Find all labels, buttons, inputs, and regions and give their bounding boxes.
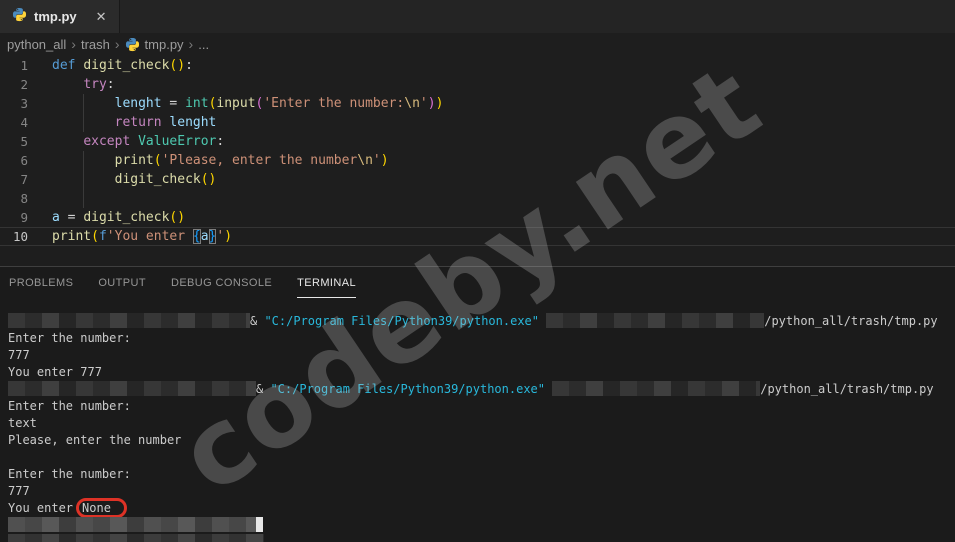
line-number: 1 bbox=[20, 58, 28, 73]
chevron-right-icon: › bbox=[71, 36, 76, 52]
code-text: a = digit_check() bbox=[52, 210, 186, 225]
terminal-line-4: You enter 777 bbox=[8, 365, 102, 379]
indent-guide bbox=[83, 113, 85, 132]
terminal-line-5: & "C:/Program Files/Python39/python.exe"… bbox=[8, 381, 955, 398]
code-line-9: 9 a = digit_check() bbox=[0, 208, 955, 227]
terminal-line-8: Please, enter the number bbox=[8, 433, 182, 447]
terminal-line-1: & "C:/Program Files/Python39/python.exe"… bbox=[8, 313, 955, 330]
code-line-1: 1 def digit_check(): bbox=[0, 56, 955, 75]
indent-guide bbox=[83, 170, 85, 189]
terminal-line-13 bbox=[8, 517, 955, 534]
panel-tab-output[interactable]: OUTPUT bbox=[98, 273, 146, 298]
bottom-panel: PROBLEMS OUTPUT DEBUG CONSOLE TERMINAL & "C… bbox=[0, 266, 955, 542]
redacted-blur-block bbox=[552, 381, 761, 396]
terminal-line-9 bbox=[8, 449, 955, 466]
breadcrumb-label: ... bbox=[198, 36, 210, 52]
code-text: def digit_check(): bbox=[52, 58, 193, 73]
code-line-8: 8 bbox=[0, 189, 955, 208]
terminal-line-6: Enter the number: bbox=[8, 399, 131, 413]
breadcrumb-item-[interactable]: ... bbox=[198, 37, 209, 52]
code-line-3: 3 lenght = int(input('Enter the number:\… bbox=[0, 94, 955, 113]
breadcrumb-item-tmppy[interactable]: tmp.py bbox=[125, 37, 184, 52]
tab-title: tmp.py bbox=[34, 9, 77, 24]
line-number: 6 bbox=[20, 153, 28, 168]
terminal[interactable]: & "C:/Program Files/Python39/python.exe"… bbox=[0, 303, 955, 542]
breadcrumb-item-trash[interactable]: trash bbox=[81, 37, 110, 52]
chevron-right-icon: › bbox=[188, 36, 194, 52]
line-number: 7 bbox=[20, 172, 28, 187]
line-number: 5 bbox=[20, 134, 28, 149]
terminal-line-12: You enter None bbox=[8, 498, 955, 518]
panel-tabs: PROBLEMS OUTPUT DEBUG CONSOLE TERMINAL bbox=[0, 267, 955, 303]
code-text: print('Please, enter the number\n') bbox=[114, 153, 389, 168]
code-line-7: 7 digit_check() bbox=[0, 170, 955, 189]
close-icon[interactable]: ✕ bbox=[96, 9, 107, 25]
line-number: 10 bbox=[12, 229, 28, 244]
terminal-line-10: Enter the number: bbox=[8, 467, 131, 481]
code-text: return lenght bbox=[114, 115, 217, 130]
panel-tab-terminal[interactable]: TERMINAL bbox=[297, 273, 356, 298]
tab-tmp-py[interactable]: tmp.py ✕ bbox=[0, 0, 120, 33]
code-line-5: 5 except ValueError: bbox=[0, 132, 955, 151]
redacted-blur-block bbox=[546, 313, 765, 328]
line-number: 3 bbox=[20, 96, 28, 111]
redacted-blur-block bbox=[8, 381, 256, 396]
line-number: 9 bbox=[20, 210, 28, 225]
breadcrumb: python_all › trash › tmp.py ›... bbox=[0, 33, 955, 55]
red-ellipse-annotation: None bbox=[76, 498, 127, 518]
python-icon bbox=[12, 7, 27, 21]
line-number: 8 bbox=[20, 191, 28, 206]
code-line-6: 6 print('Please, enter the number\n') bbox=[0, 151, 955, 170]
breadcrumb-label: python_all bbox=[7, 36, 67, 52]
terminal-line-11: 777 bbox=[8, 484, 30, 498]
redacted-blur-block bbox=[8, 517, 256, 532]
chevron-right-icon: › bbox=[114, 36, 120, 52]
python-icon bbox=[12, 7, 27, 27]
code-line-4: 4 return lenght bbox=[0, 113, 955, 132]
terminal-cursor bbox=[256, 517, 263, 532]
line-number: 4 bbox=[20, 115, 28, 130]
indent-guide bbox=[83, 151, 85, 170]
breadcrumb-label: trash bbox=[80, 36, 110, 52]
code-text: try: bbox=[83, 77, 115, 92]
code-line-2: 2 try: bbox=[0, 75, 955, 94]
terminal-line-7: text bbox=[8, 416, 37, 430]
breadcrumb-item-python_all[interactable]: python_all bbox=[7, 37, 66, 52]
code-text: lenght = int(input('Enter the number:\n'… bbox=[114, 96, 444, 111]
code-editor[interactable]: 1 def digit_check(): 2 try: 3 lenght = int(… bbox=[0, 55, 955, 266]
code-text: print(f'You enter {a}') bbox=[52, 229, 233, 244]
python-icon bbox=[125, 37, 139, 51]
line-number: 2 bbox=[20, 77, 28, 92]
redacted-blur-block bbox=[8, 313, 250, 328]
redacted-blur-block bbox=[8, 534, 264, 542]
tab-bar: tmp.py ✕ bbox=[0, 0, 955, 33]
indent-guide bbox=[83, 189, 85, 208]
terminal-line-2: Enter the number: bbox=[8, 331, 131, 345]
indent-guide bbox=[83, 94, 85, 113]
panel-tab-debug-console[interactable]: DEBUG CONSOLE bbox=[171, 273, 272, 298]
breadcrumb-label: tmp.py bbox=[144, 36, 184, 52]
panel-tab-problems[interactable]: PROBLEMS bbox=[9, 273, 73, 298]
terminal-line-3: 777 bbox=[8, 348, 30, 362]
code-text: except ValueError: bbox=[83, 134, 225, 149]
code-text: digit_check() bbox=[114, 172, 217, 187]
code-line-10: 10 print(f'You enter {a}') bbox=[0, 227, 955, 246]
terminal-line-14 bbox=[8, 534, 955, 542]
